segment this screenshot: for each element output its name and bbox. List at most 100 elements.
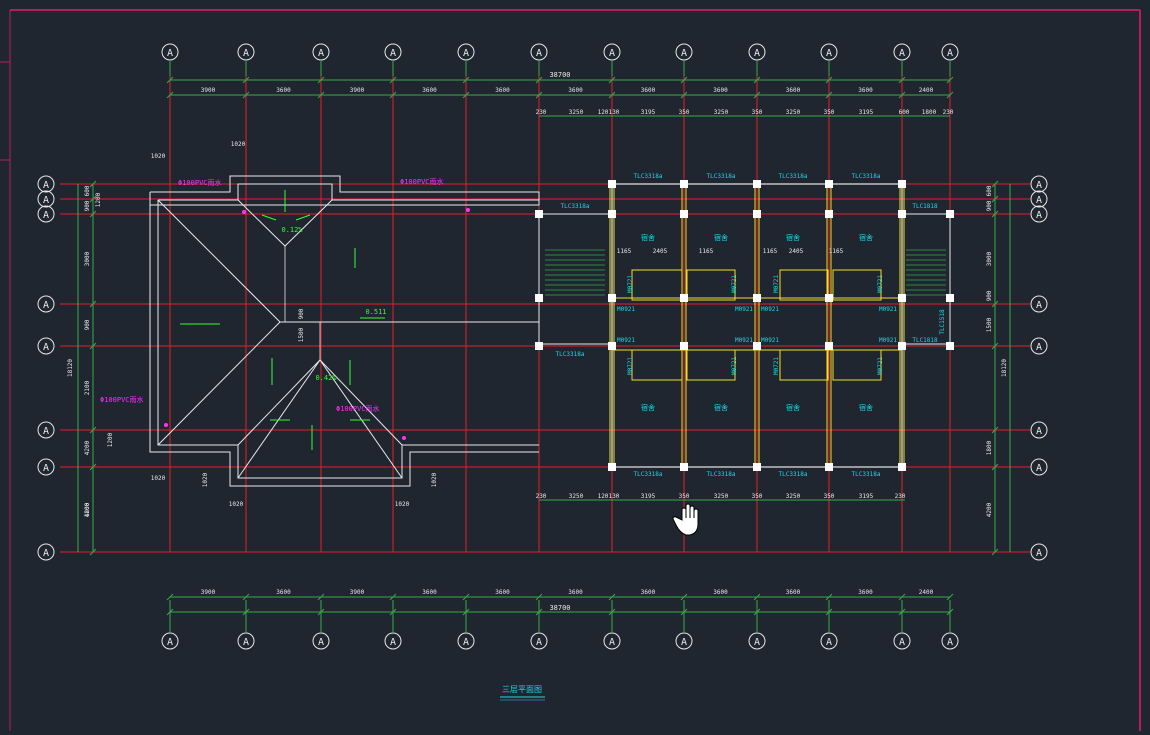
window-label: TLC1818 — [912, 203, 938, 210]
pipe-label: Φ100PVC雨水 — [100, 395, 144, 404]
bathroom — [631, 269, 683, 301]
downpipe-marker — [466, 208, 470, 212]
axis-bubble-label: A — [947, 637, 953, 648]
window-label-top: TLC3318a — [852, 173, 881, 180]
bathroom — [686, 349, 736, 381]
structural-column — [608, 463, 616, 471]
dim-misc: 1200 — [107, 432, 114, 447]
dim-room-bottom: 3250 — [786, 493, 801, 500]
axis-bubble-label: A — [43, 300, 49, 311]
door-label: M0921 — [879, 337, 897, 344]
slope-label-3: 0.42% — [315, 374, 337, 382]
structural-column — [898, 180, 906, 188]
structural-column — [753, 342, 761, 350]
pipe-label: Φ100PVC雨水 — [336, 404, 380, 413]
dim-room-bottom: 120 — [598, 493, 609, 500]
axis-bubble-label: A — [43, 426, 49, 437]
dim-left: 900 — [84, 319, 91, 330]
dim-left: 2100 — [84, 380, 91, 395]
bathroom — [779, 269, 829, 301]
dim-misc: 1020 — [231, 141, 246, 148]
structural-column — [680, 463, 688, 471]
dim-bay-bottom: 3900 — [350, 589, 365, 596]
dim-small: 1165 — [763, 248, 778, 255]
dim-misc: 1020 — [431, 472, 438, 487]
dim-bay-bottom: 3600 — [568, 589, 583, 596]
axis-bubble-label: A — [318, 637, 324, 648]
axis-bubble-label: A — [681, 48, 687, 59]
dim-room-bottom: 130 — [609, 493, 620, 500]
dim-bay-top: 3600 — [568, 87, 583, 94]
dim-misc: 1020 — [202, 472, 209, 487]
structural-column — [680, 210, 688, 218]
window-label-bottom: TLC3318a — [634, 471, 663, 478]
dim-small: 1165 — [699, 248, 714, 255]
door-label-vertical: M0721 — [731, 275, 738, 293]
axis-bubble-label: A — [1036, 180, 1042, 191]
structural-column — [825, 294, 833, 302]
structural-column — [753, 463, 761, 471]
dim-misc: 1200 — [95, 192, 102, 207]
window-label: TLC3318a — [556, 351, 585, 358]
dim-bay-bottom: 3600 — [786, 589, 801, 596]
axis-bubble-label: A — [43, 195, 49, 206]
axis-bubble-label: A — [43, 463, 49, 474]
axis-bubble-label: A — [754, 48, 760, 59]
window-label: TLC3318a — [561, 203, 590, 210]
room-label: 宿舍 — [859, 403, 873, 412]
dim-right-total: 18120 — [1001, 359, 1008, 377]
window-label: TLC1518 — [939, 309, 946, 335]
door-label-vertical: M0721 — [773, 275, 780, 293]
roof-parapet-inner — [157, 200, 539, 479]
downpipe-marker — [402, 436, 406, 440]
door-label-vertical: M0721 — [773, 357, 780, 375]
window-label-bottom: TLC3318a — [779, 471, 808, 478]
room-label: 宿舍 — [641, 233, 655, 242]
dim-bay-bottom: 2400 — [919, 589, 934, 596]
dim-room-top: 3195 — [859, 109, 874, 116]
pipe-label: Φ100PVC雨水 — [400, 177, 444, 186]
axis-bubble-label: A — [167, 637, 173, 648]
drawing-title: 三层平面图 — [502, 685, 542, 694]
room-label: 宿舍 — [859, 233, 873, 242]
dim-misc: 1020 — [151, 475, 166, 482]
dim-room-top: 3250 — [714, 109, 729, 116]
bathroom — [631, 349, 683, 381]
slope-arrow — [261, 214, 277, 221]
room-label: 宿舍 — [786, 233, 800, 242]
dim-room-top: 600 — [899, 109, 910, 116]
roof-ridge — [157, 199, 281, 446]
axis-bubble-label: A — [899, 48, 905, 59]
dim-room-bottom: 230 — [536, 493, 547, 500]
floor-plan-drawing[interactable]: AAAAAAAAAAAAAAAAAAAAAAAAA AA AA AA AA AA AA AA A… — [0, 0, 1150, 731]
window-label-bottom: TLC3318a — [852, 471, 881, 478]
dim-small: 2405 — [789, 248, 804, 255]
dim-room-bottom: 350 — [679, 493, 690, 500]
window-label-top: TLC3318a — [779, 173, 808, 180]
structural-column — [608, 342, 616, 350]
dim-small: 2405 — [653, 248, 668, 255]
dim-left: 3000 — [84, 251, 91, 266]
dim-room-top: 3250 — [569, 109, 584, 116]
dim-room-bottom: 3250 — [569, 493, 584, 500]
door-label: M0921 — [879, 306, 897, 313]
structural-column — [825, 210, 833, 218]
cad-viewport[interactable]: AAAAAAAAAAAAAAAAAAAAAAAAAAAAAAAAAAAAAAAA… — [0, 0, 1150, 731]
axis-bubble-label: A — [167, 48, 173, 59]
window-label-top: TLC3318a — [634, 173, 663, 180]
axis-bubble-label: A — [390, 48, 396, 59]
room-label: 宿舍 — [786, 403, 800, 412]
axis-bubble-label: A — [43, 210, 49, 221]
dim-misc: 1020 — [395, 501, 410, 508]
dim-bay-bottom: 3900 — [201, 589, 216, 596]
dim-bay-bottom: 3600 — [422, 589, 437, 596]
structural-column — [680, 342, 688, 350]
downpipe-marker — [242, 210, 246, 214]
axis-bubble-label: A — [826, 48, 832, 59]
roof-hip-bottom — [237, 359, 403, 446]
axis-bubble-label: A — [1036, 548, 1042, 559]
axis-bubble-label: A — [43, 342, 49, 353]
dim-right: 3000 — [986, 251, 993, 266]
dim-misc: 1500 — [298, 327, 305, 342]
structural-column — [825, 463, 833, 471]
